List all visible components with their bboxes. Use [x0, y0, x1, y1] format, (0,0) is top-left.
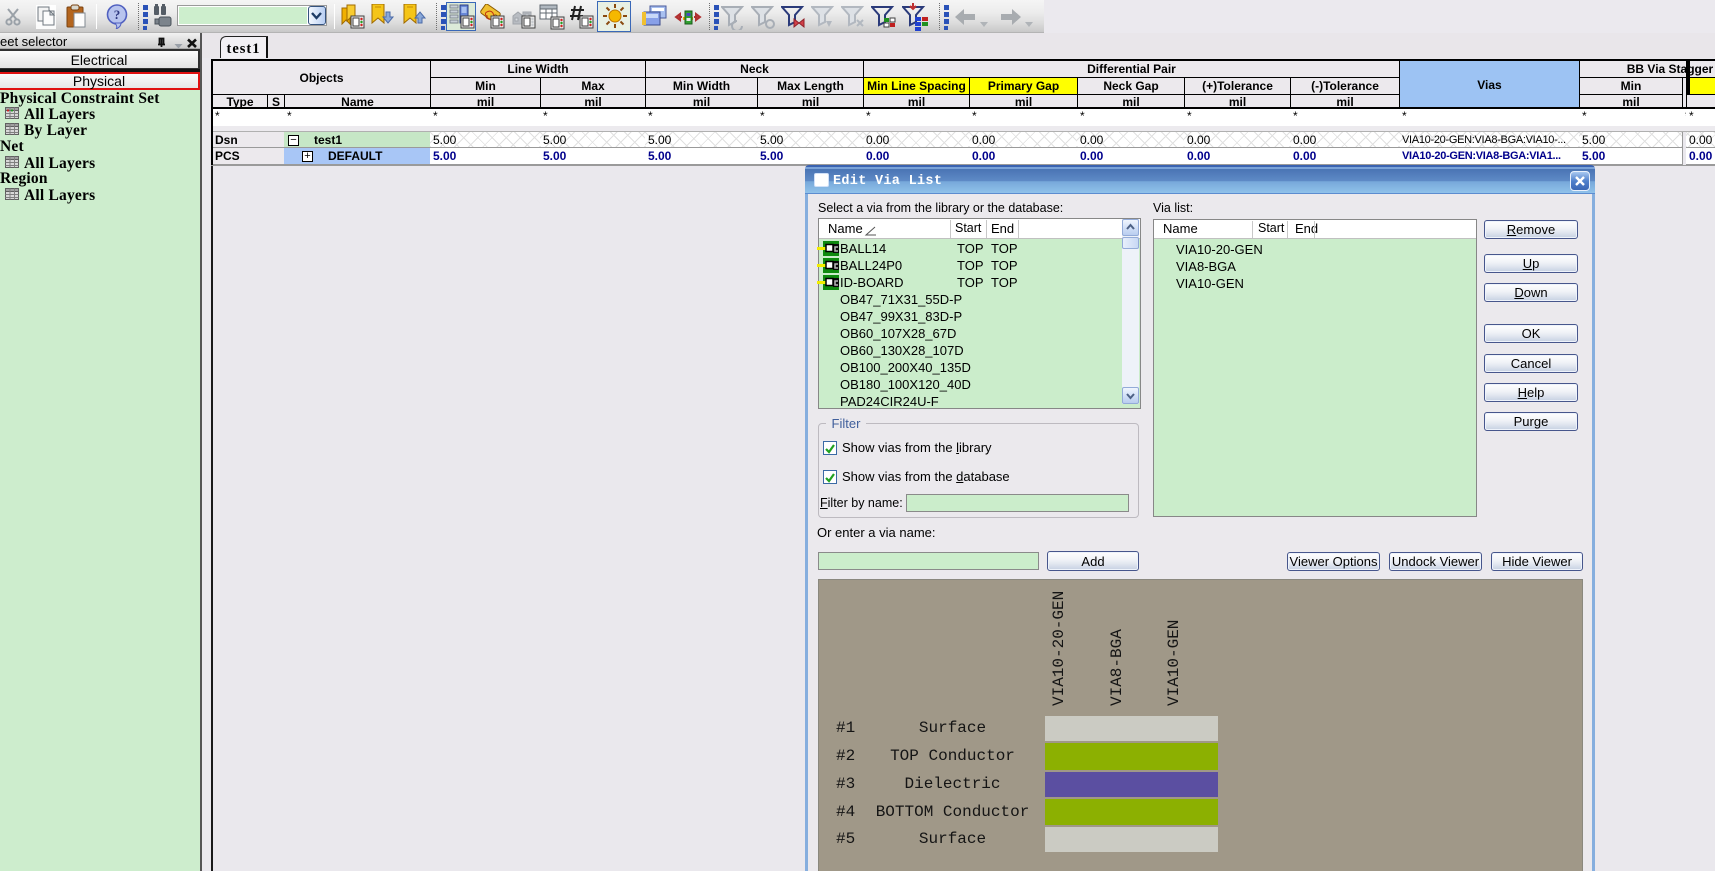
svg-text:?: ?: [114, 7, 121, 22]
